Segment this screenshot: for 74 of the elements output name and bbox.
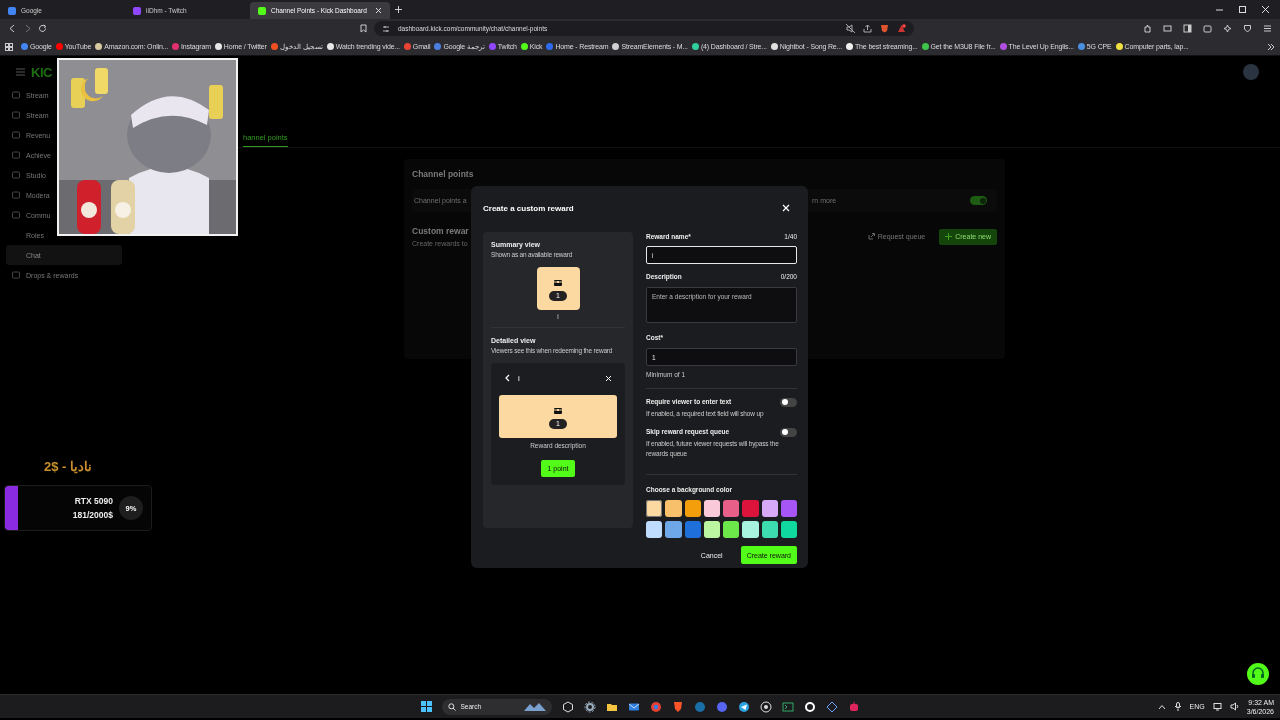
robot-icon[interactable] (847, 700, 860, 713)
headset-icon[interactable] (1247, 663, 1269, 685)
speaker-icon[interactable] (1229, 702, 1239, 711)
bookmark-icon[interactable] (359, 24, 368, 33)
color-swatch[interactable] (761, 521, 778, 538)
triangle-icon[interactable] (897, 24, 906, 33)
square-icon (12, 151, 20, 159)
microphone-icon[interactable] (1173, 702, 1182, 711)
toggle-switch[interactable] (780, 427, 797, 437)
color-swatch[interactable] (665, 521, 682, 538)
sidebar-icon[interactable] (1183, 24, 1192, 33)
color-swatch[interactable] (742, 521, 759, 538)
globe-icon[interactable] (649, 700, 662, 713)
reload-icon[interactable] (38, 24, 47, 33)
square-icon (12, 131, 20, 139)
color-swatch[interactable] (761, 500, 778, 517)
color-swatch[interactable] (723, 521, 740, 538)
record-icon[interactable] (759, 700, 772, 713)
color-swatch[interactable] (742, 500, 759, 517)
close-icon[interactable] (1261, 5, 1270, 14)
back-icon[interactable] (8, 24, 17, 33)
color-swatch[interactable] (646, 500, 663, 517)
color-swatch[interactable] (684, 521, 701, 538)
color-swatch[interactable] (780, 521, 797, 538)
paper-plane-icon[interactable] (737, 700, 750, 713)
search-icon (447, 702, 456, 711)
square-icon (12, 111, 20, 119)
color-swatch[interactable] (780, 500, 797, 517)
logo: KIC (31, 65, 52, 79)
chevron-icon[interactable] (1157, 702, 1166, 711)
screen-icon[interactable] (1163, 24, 1172, 33)
square-icon (12, 91, 20, 99)
toggle-switch[interactable] (780, 397, 797, 407)
section-title: Custom rewar (412, 226, 470, 236)
plus-icon (945, 233, 953, 240)
sparkle-icon[interactable] (1223, 24, 1232, 33)
color-swatch[interactable] (646, 521, 663, 538)
section-title: Channel points (412, 169, 475, 179)
shield-icon[interactable] (880, 24, 889, 33)
goal-title: RTX 5090 (73, 495, 113, 508)
diamond-icon[interactable] (825, 700, 838, 713)
square-icon (12, 171, 20, 179)
external-link-icon (867, 233, 875, 240)
dialog-title: Create a custom reward (483, 203, 574, 213)
site-settings-icon[interactable] (382, 24, 390, 33)
hexagon-icon[interactable] (561, 700, 574, 713)
color-swatch[interactable] (703, 500, 720, 517)
square-icon (12, 191, 20, 199)
forward-icon[interactable] (23, 24, 32, 33)
color-swatch[interactable] (723, 500, 740, 517)
close-icon[interactable] (375, 7, 382, 14)
toggle-switch[interactable] (970, 196, 987, 205)
share-icon[interactable] (863, 24, 872, 33)
muted-speaker-icon[interactable] (846, 24, 855, 33)
color-swatch[interactable] (665, 500, 682, 517)
square-icon (12, 271, 20, 279)
color-swatch[interactable] (684, 500, 701, 517)
terminal-icon[interactable] (781, 700, 794, 713)
app-icon[interactable] (693, 700, 706, 713)
monitor-icon[interactable] (1212, 702, 1222, 711)
maximize-icon[interactable] (1238, 5, 1247, 14)
reward-name: i (518, 373, 520, 383)
windows-logo-icon[interactable] (420, 701, 432, 712)
goal-amount: 181/2000$ (72, 509, 113, 522)
color-swatch[interactable] (703, 521, 720, 538)
gear-icon[interactable] (583, 700, 596, 713)
plus-icon[interactable] (394, 5, 403, 14)
shield-icon[interactable] (1243, 24, 1252, 33)
square-icon (12, 211, 20, 219)
back-icon[interactable] (504, 374, 511, 382)
apps-grid-icon[interactable] (5, 42, 13, 51)
chevron-icon[interactable] (1267, 42, 1275, 51)
mountain-icon (523, 702, 546, 711)
donation-text: 2$ - ناديا (44, 459, 92, 474)
